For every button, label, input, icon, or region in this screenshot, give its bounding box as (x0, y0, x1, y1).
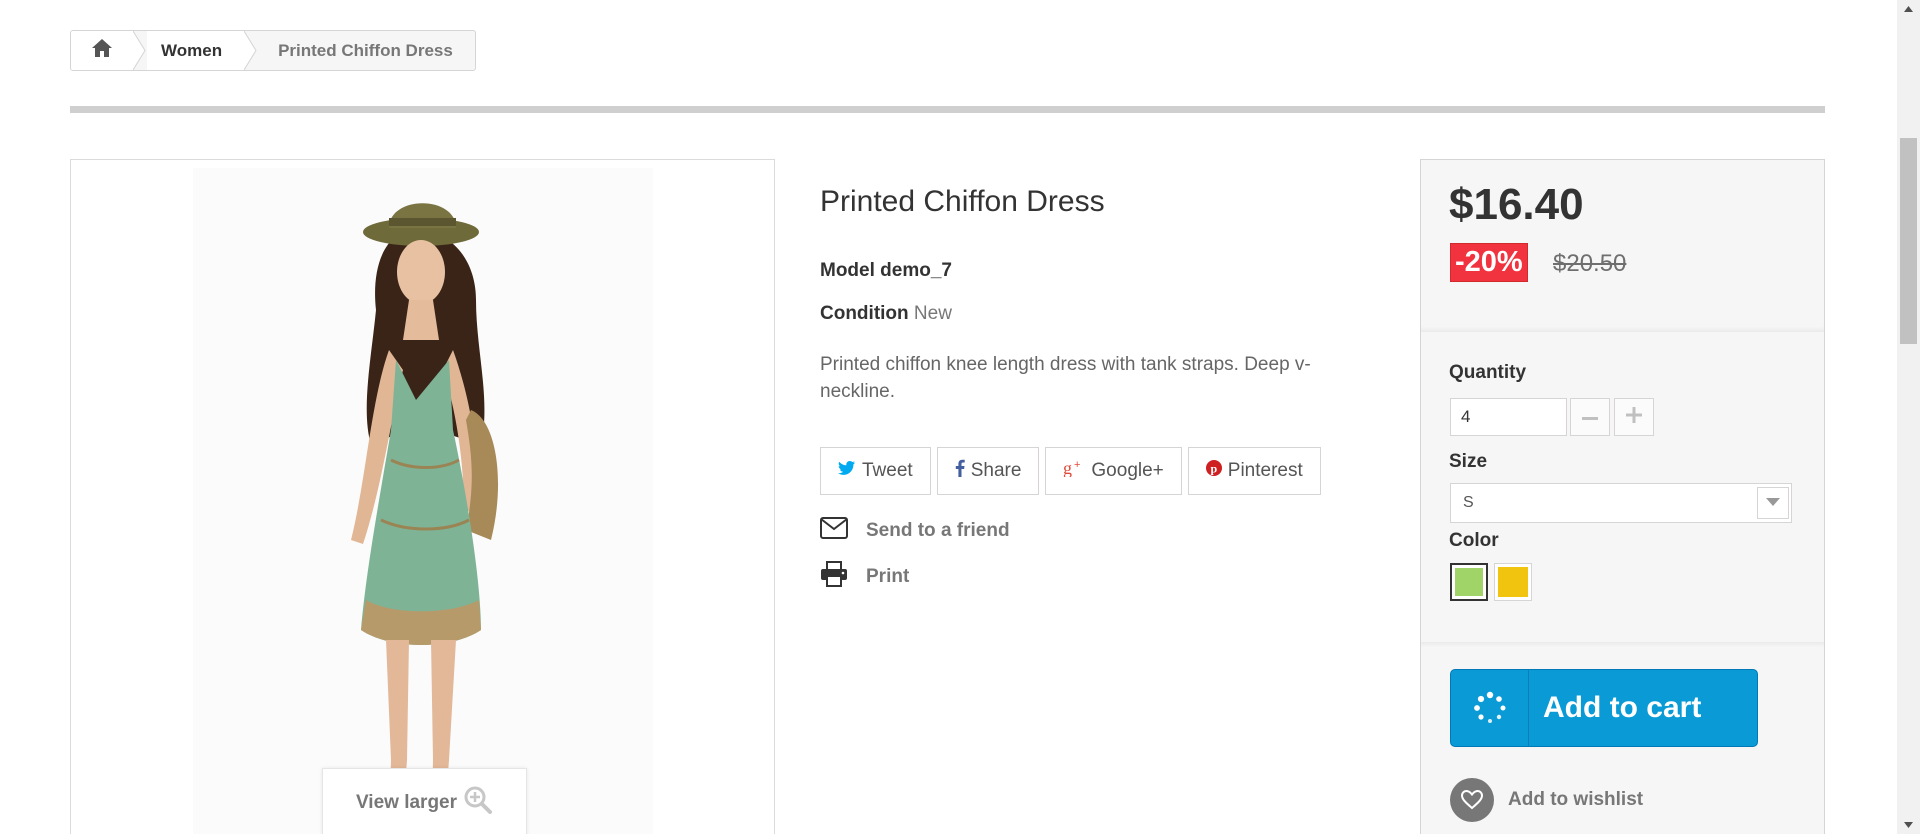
color-label: Color (1449, 530, 1499, 551)
share-label: Share (970, 460, 1022, 481)
scroll-up-icon (1904, 6, 1913, 12)
view-larger-label: View larger (355, 792, 458, 813)
scroll-thumb[interactable] (1900, 138, 1917, 344)
quantity-decrease-button[interactable] (1570, 398, 1610, 436)
scroll-down-icon (1904, 822, 1913, 828)
discount-badge: -20% (1450, 243, 1528, 282)
current-price: $16.40 (1449, 180, 1584, 229)
pinterest-button[interactable]: p Pinterest (1187, 447, 1321, 495)
size-select[interactable]: S (1450, 483, 1792, 523)
product-title: Printed Chiffon Dress (820, 185, 1105, 218)
pinterest-icon: p (1205, 460, 1222, 482)
product-image (193, 168, 653, 834)
scroll-up-arrow[interactable] (1897, 0, 1920, 18)
envelope-icon (820, 517, 848, 545)
breadcrumb-home[interactable] (71, 31, 133, 70)
color-green-fill (1455, 568, 1483, 596)
breadcrumb-separator (244, 31, 259, 70)
print-label: Print (866, 566, 910, 587)
svg-text:p: p (1210, 462, 1217, 476)
size-label: Size (1449, 451, 1488, 472)
printer-icon (820, 561, 848, 593)
color-swatch-green[interactable] (1450, 563, 1488, 601)
zoom-in-icon (463, 785, 493, 821)
model-value: demo_7 (880, 260, 952, 281)
product-image-block[interactable]: View larger (70, 159, 775, 834)
chevron-down-icon (1766, 494, 1780, 512)
model-label: Model (820, 260, 875, 281)
google-plus-label: Google+ (1091, 460, 1164, 481)
google-plus-button[interactable]: g + Google+ (1045, 447, 1182, 495)
view-larger-button[interactable]: View larger (322, 768, 527, 834)
tweet-label: Tweet (862, 460, 913, 481)
tweet-button[interactable]: Tweet (820, 447, 931, 495)
loading-spinner-icon (1451, 670, 1529, 746)
google-plus-icon: g + (1063, 458, 1085, 483)
plus-icon (1626, 406, 1642, 428)
product-description: Printed chiffon knee length dress with t… (820, 354, 1311, 402)
pinterest-label: Pinterest (1227, 460, 1303, 481)
minus-icon (1582, 408, 1598, 426)
add-to-cart-button[interactable]: Add to cart (1450, 669, 1758, 747)
facebook-share-button[interactable]: Share (936, 447, 1040, 495)
size-value: S (1463, 494, 1474, 511)
breadcrumb-separator (133, 31, 147, 70)
old-price: $20.50 (1553, 250, 1627, 277)
add-to-wishlist-link[interactable]: Add to wishlist (1450, 778, 1643, 822)
breadcrumb: Women Printed Chiffon Dress (70, 30, 476, 71)
send-to-friend-label: Send to a friend (866, 520, 1010, 541)
page-scrollbar[interactable] (1897, 0, 1920, 834)
divider (70, 106, 1825, 113)
svg-text:g: g (1063, 459, 1072, 477)
facebook-icon (955, 459, 965, 483)
breadcrumb-current: Printed Chiffon Dress (278, 40, 453, 60)
condition-value: New (913, 303, 952, 324)
color-swatch-yellow[interactable] (1494, 563, 1532, 601)
twitter-icon (838, 460, 856, 482)
quantity-label: Quantity (1449, 362, 1527, 383)
breadcrumb-women[interactable]: Women (147, 31, 245, 70)
product-model: Model demo_7 (820, 260, 952, 282)
dropdown-arrow[interactable] (1757, 487, 1789, 519)
scroll-down-arrow[interactable] (1897, 816, 1920, 834)
social-share-buttons: Tweet Share g + Google+ p Pinterest (820, 447, 1321, 495)
color-yellow-fill (1498, 567, 1528, 597)
print-link[interactable]: Print (820, 561, 909, 593)
buy-box: $16.40 -20% $20.50 Quantity Size S Color (1420, 159, 1825, 834)
price-area: $16.40 -20% $20.50 (1421, 160, 1824, 332)
send-to-friend-link[interactable]: Send to a friend (820, 517, 1010, 545)
condition-label: Condition (820, 303, 909, 324)
home-icon (90, 37, 114, 64)
quantity-input[interactable] (1450, 398, 1567, 436)
svg-text:+: + (1074, 459, 1080, 471)
heart-icon (1450, 778, 1494, 822)
quantity-increase-button[interactable] (1614, 398, 1654, 436)
add-to-wishlist-label: Add to wishlist (1508, 789, 1644, 810)
add-to-cart-label: Add to cart (1543, 691, 1702, 724)
product-condition: Condition New (820, 303, 952, 325)
